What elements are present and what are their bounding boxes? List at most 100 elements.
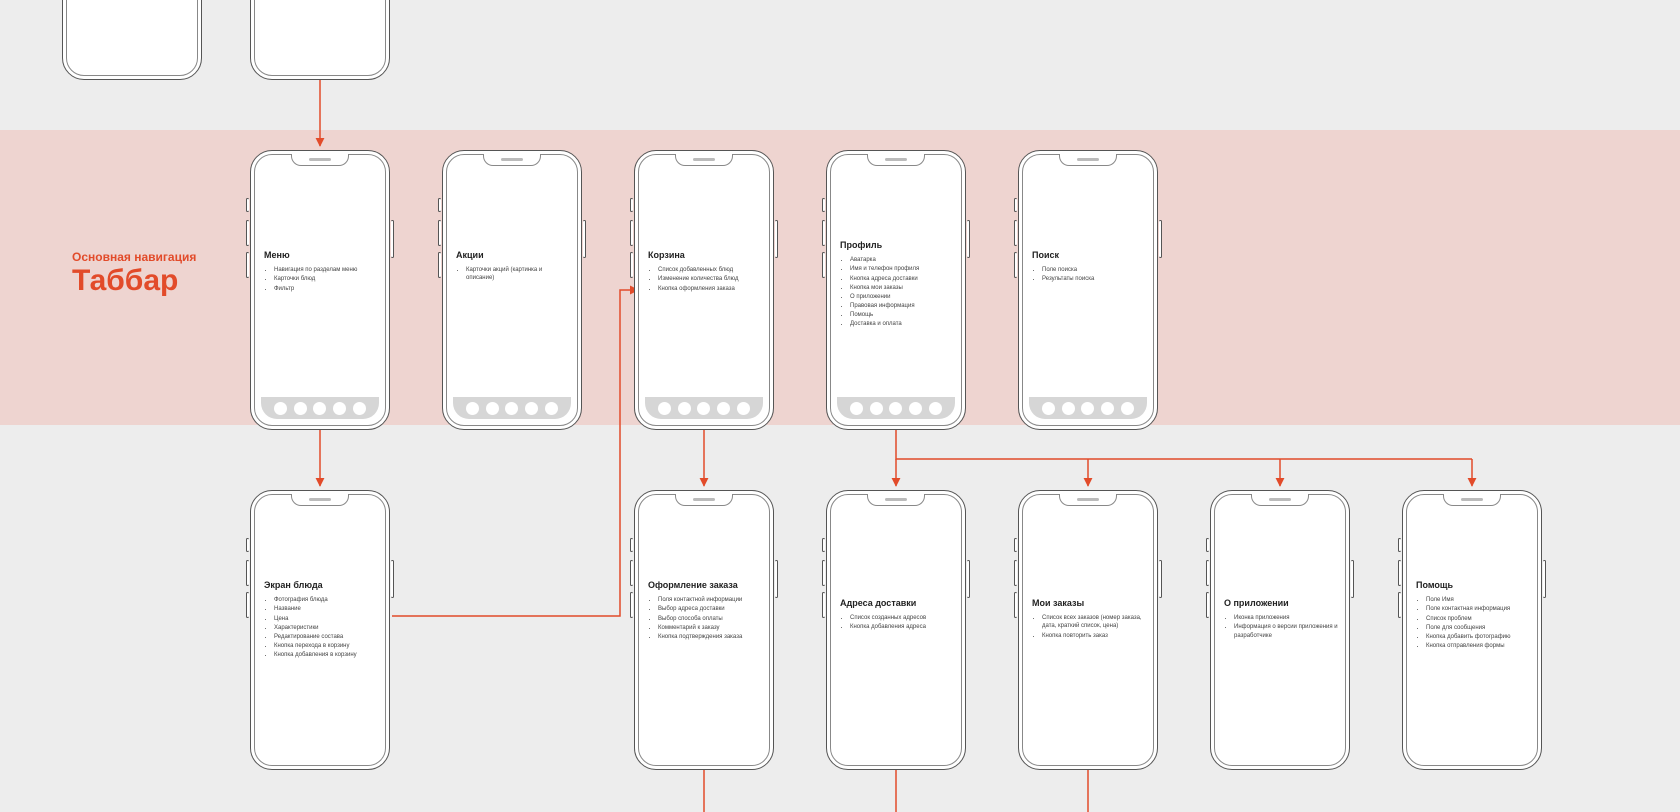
screen-title: Меню [264, 250, 380, 260]
screen-bullets: Поле ИмяПоле контактная информация Список… [1416, 596, 1532, 650]
bullet-item: Поля контактной информации [658, 596, 764, 604]
tabbar [261, 397, 379, 419]
screen-checkout: Оформление заказа Поля контактной информ… [634, 490, 774, 770]
bullet-item: Список проблем [1426, 615, 1532, 623]
screen-bullets: Поля контактной информацииВыбор адреса д… [648, 596, 764, 640]
bullet-item: Комментарий к заказу [658, 624, 764, 632]
bullet-item: Карточки блюд [274, 275, 380, 283]
tab-icon [545, 402, 558, 415]
screen-title: Профиль [840, 240, 956, 250]
screen-search: Поиск Поле поискаРезультаты поиска [1018, 150, 1158, 430]
bullet-item: Кнопка подтверждения заказа [658, 633, 764, 641]
bullet-item: Помощь [850, 311, 956, 319]
screen-title: Мои заказы [1032, 598, 1148, 608]
tab-icon [717, 402, 730, 415]
bullet-item: Кнопка добавления в корзину [274, 651, 380, 659]
tab-icon [678, 402, 691, 415]
phone-frame [62, 0, 202, 80]
tabbar [453, 397, 571, 419]
phone-frame [250, 0, 390, 80]
screen-about: О приложении Иконка приложенияИнформация… [1210, 490, 1350, 770]
screen-menu: Меню Навигация по разделам менюКарточки … [250, 150, 390, 430]
tab-icon [850, 402, 863, 415]
tabbar [1029, 397, 1147, 419]
bullet-item: Поле Имя [1426, 596, 1532, 604]
tab-icon [274, 402, 287, 415]
bullet-item: Поле поиска [1042, 266, 1148, 274]
bullet-item: Фильтр [274, 285, 380, 293]
bullet-item: Кнопка отправления формы [1426, 642, 1532, 650]
bullet-item: Информация о версии приложения и разрабо… [1234, 623, 1340, 639]
screen-dish: Экран блюда Фотография блюдаНазвание Цена… [250, 490, 390, 770]
bullet-item: Навигация по разделам меню [274, 266, 380, 274]
bullet-item: Кнопка оформления заказа [658, 285, 764, 293]
section-title: Таббар [72, 266, 196, 296]
bullet-item: Кнопка мои заказы [850, 284, 956, 292]
bullet-item: Результаты поиска [1042, 275, 1148, 283]
tab-icon [486, 402, 499, 415]
bullet-item: Характеристики [274, 624, 380, 632]
screen-title: Адреса доставки [840, 598, 956, 608]
tab-icon [697, 402, 710, 415]
bullet-item: Кнопка повторить заказ [1042, 632, 1148, 640]
screen-title: О приложении [1224, 598, 1340, 608]
bullet-item: Изменение количества блюд [658, 275, 764, 283]
screen-bullets: АватаркаИмя и телефон профиля Кнопка адре… [840, 256, 956, 328]
tab-icon [870, 402, 883, 415]
bullet-item: Цена [274, 615, 380, 623]
bullet-item: Поле для сообщения [1426, 624, 1532, 632]
bullet-item: Список созданных адресов [850, 614, 956, 622]
bullet-item: Фотография блюда [274, 596, 380, 604]
screen-title: Экран блюда [264, 580, 380, 590]
screen-bullets: Список добавленных блюдИзменение количес… [648, 266, 764, 292]
bullet-item: Кнопка адреса доставки [850, 275, 956, 283]
section-subtitle: Основная навигация [72, 250, 196, 264]
tab-icon [1101, 402, 1114, 415]
tab-icon [658, 402, 671, 415]
tab-icon [1042, 402, 1055, 415]
bullet-item: Список добавленных блюд [658, 266, 764, 274]
tab-icon [525, 402, 538, 415]
tab-icon [1062, 402, 1075, 415]
tab-icon [353, 402, 366, 415]
tabbar [645, 397, 763, 419]
bullet-item: Аватарка [850, 256, 956, 264]
screen-bullets: Список созданных адресовКнопка добавлени… [840, 614, 956, 631]
bullet-item: Кнопка добавления адреса [850, 623, 956, 631]
bullet-item: Список всех заказов (номер заказа, дата,… [1042, 614, 1148, 630]
tab-icon [1121, 402, 1134, 415]
tab-icon [737, 402, 750, 415]
tab-icon [333, 402, 346, 415]
screen-profile: Профиль АватаркаИмя и телефон профиля Кно… [826, 150, 966, 430]
tab-icon [1081, 402, 1094, 415]
bullet-item: Редактирование состава [274, 633, 380, 641]
screen-title: Поиск [1032, 250, 1148, 260]
tab-icon [929, 402, 942, 415]
tab-icon [466, 402, 479, 415]
screen-bullets: Поле поискаРезультаты поиска [1032, 266, 1148, 283]
screen-addresses: Адреса доставки Список созданных адресов… [826, 490, 966, 770]
tab-icon [889, 402, 902, 415]
bullet-item: Иконка приложения [1234, 614, 1340, 622]
bullet-item: Кнопка добавить фотографию [1426, 633, 1532, 641]
section-label: Основная навигация Таббар [72, 250, 196, 296]
bullet-item: Имя и телефон профиля [850, 265, 956, 273]
bullet-item: Поле контактная информация [1426, 605, 1532, 613]
screen-bullets: Навигация по разделам менюКарточки блюд Ф… [264, 266, 380, 292]
bullet-item: Выбор способа оплаты [658, 615, 764, 623]
bullet-item: Карточки акций (картинка и описание) [466, 266, 572, 282]
tab-icon [313, 402, 326, 415]
bullet-item: Название [274, 605, 380, 613]
tab-icon [294, 402, 307, 415]
screen-title: Корзина [648, 250, 764, 260]
screen-title: Оформление заказа [648, 580, 764, 590]
bullet-item: О приложении [850, 293, 956, 301]
bullet-item: Кнопка перехода в корзину [274, 642, 380, 650]
screen-cart: Корзина Список добавленных блюдИзменение… [634, 150, 774, 430]
tab-icon [909, 402, 922, 415]
bullet-item: Доставка и оплата [850, 320, 956, 328]
tab-icon [505, 402, 518, 415]
screen-orders: Мои заказы Список всех заказов (номер за… [1018, 490, 1158, 770]
screen-help: Помощь Поле ИмяПоле контактная информаци… [1402, 490, 1542, 770]
tabbar [837, 397, 955, 419]
